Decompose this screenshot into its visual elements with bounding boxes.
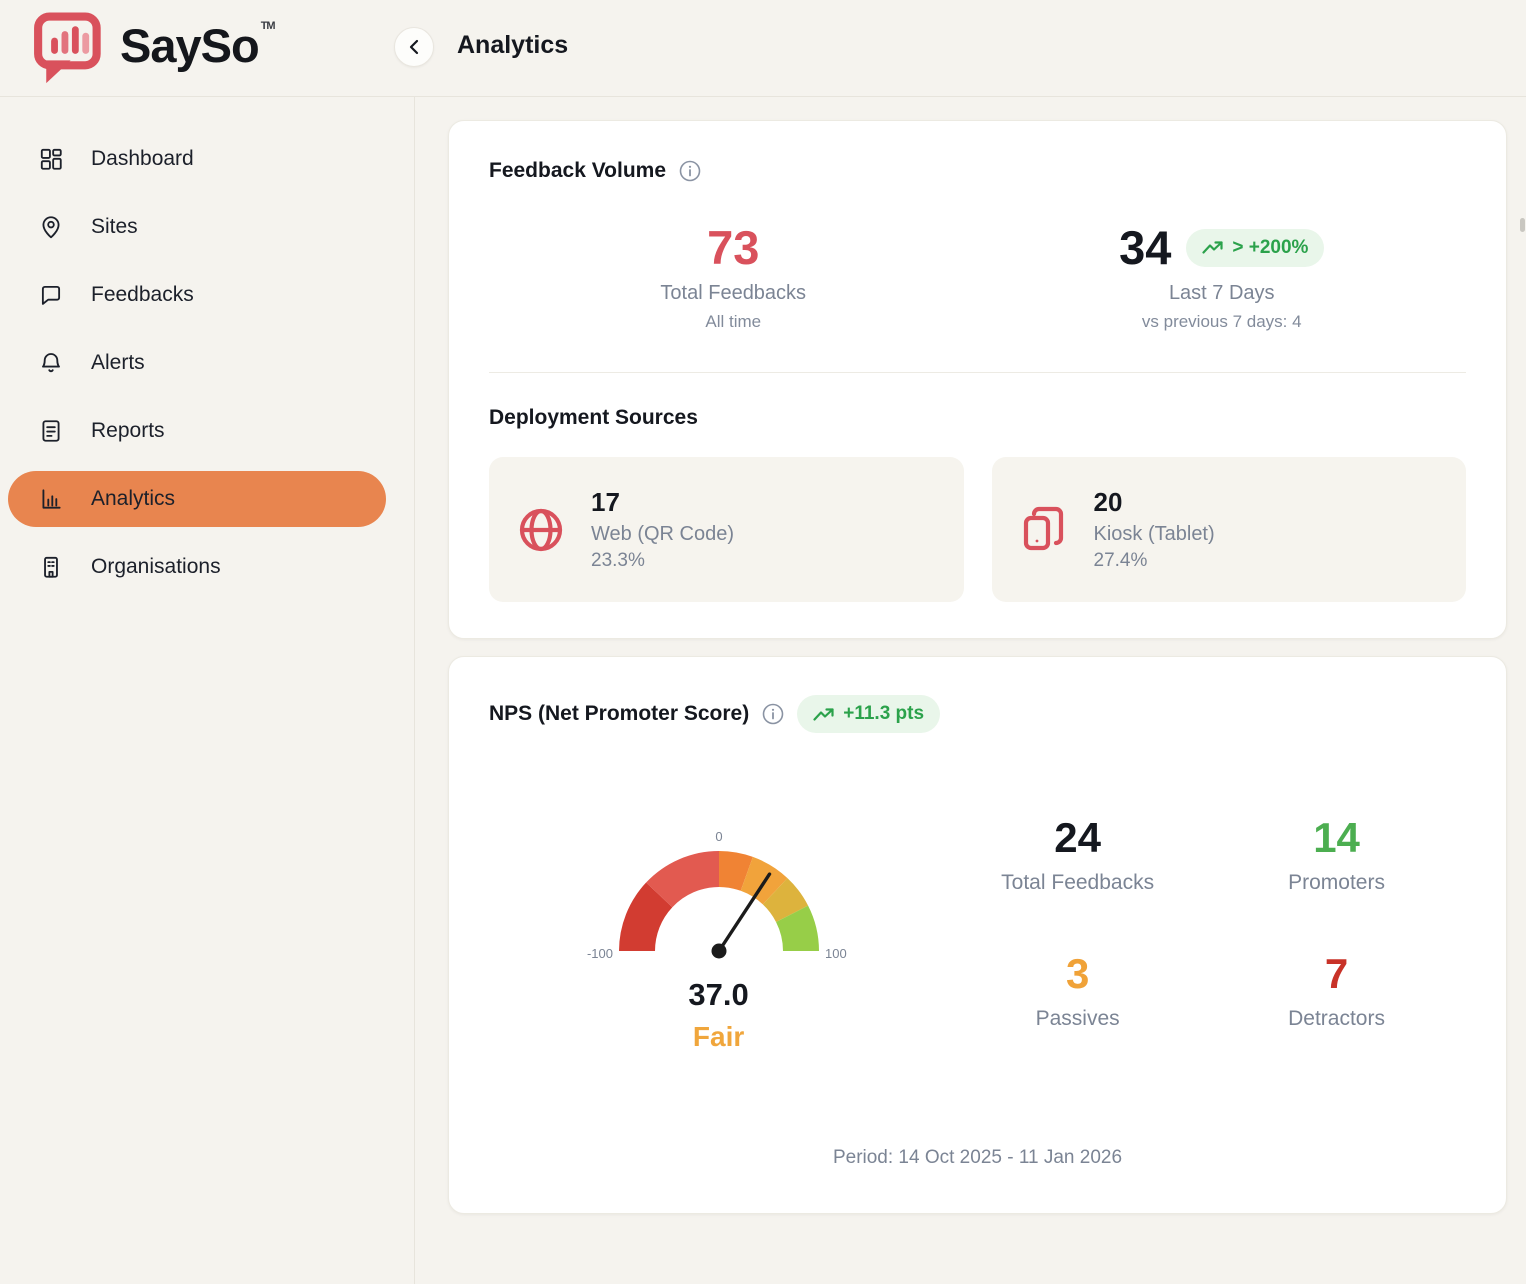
building-icon xyxy=(38,554,64,580)
bar-chart-icon xyxy=(38,486,64,512)
gauge-zero-label: 0 xyxy=(715,829,722,844)
web-source-value: 17 xyxy=(591,487,734,518)
nps-promoters: 14 Promoters xyxy=(1207,817,1466,895)
dashboard-grid-icon xyxy=(38,146,64,172)
sidebar-item-alerts[interactable]: Alerts xyxy=(8,335,386,391)
sidebar-item-dashboard[interactable]: Dashboard xyxy=(8,131,386,187)
total-feedbacks-value: 73 xyxy=(489,223,978,272)
nps-passives: 3 Passives xyxy=(948,953,1207,1031)
total-feedbacks-stat: 73 Total Feedbacks All time xyxy=(489,223,978,332)
web-source-percent: 23.3% xyxy=(591,550,734,572)
info-icon[interactable] xyxy=(762,703,784,725)
nps-detractors-label: Detractors xyxy=(1207,1007,1466,1031)
sidebar-item-label: Reports xyxy=(91,419,165,443)
main-content: Feedback Volume 73 Total Feedbacks All t… xyxy=(415,97,1526,1284)
trademark-symbol: TM xyxy=(261,20,275,32)
sidebar-item-label: Dashboard xyxy=(91,147,194,171)
nps-title: NPS (Net Promoter Score) xyxy=(489,702,749,726)
globe-icon xyxy=(517,506,565,554)
nps-gauge: -100 100 0 37.0 Fair xyxy=(489,811,948,1053)
gauge-chart: -100 100 0 xyxy=(569,811,869,981)
nps-card: NPS (Net Promoter Score) +11.3 pts -100 … xyxy=(448,656,1507,1214)
last7-sublabel: vs previous 7 days: 4 xyxy=(978,312,1467,332)
back-button[interactable] xyxy=(394,27,434,67)
nps-detractors: 7 Detractors xyxy=(1207,953,1466,1031)
nps-detractors-value: 7 xyxy=(1207,953,1466,995)
kiosk-source-value: 20 xyxy=(1094,487,1215,518)
last7-stat: 34 > +200% Last 7 Days vs previous 7 day… xyxy=(978,223,1467,332)
nps-trend-badge: +11.3 pts xyxy=(797,695,940,733)
sidebar-item-feedbacks[interactable]: Feedbacks xyxy=(8,267,386,323)
gauge-min-label: -100 xyxy=(587,946,613,961)
sidebar-item-label: Analytics xyxy=(91,487,175,511)
trend-badge: > +200% xyxy=(1186,229,1324,267)
chat-bubble-icon xyxy=(38,282,64,308)
deployment-sources-title: Deployment Sources xyxy=(489,406,1466,430)
last7-value: 34 xyxy=(1119,223,1171,272)
nps-passives-label: Passives xyxy=(948,1007,1207,1031)
chevron-left-icon xyxy=(407,38,421,56)
source-tile-web: 17 Web (QR Code) 23.3% xyxy=(489,457,964,602)
web-source-label: Web (QR Code) xyxy=(591,523,734,546)
sidebar-nav: Dashboard Sites Feedbacks Alerts Reports… xyxy=(0,97,415,1284)
nps-promoters-value: 14 xyxy=(1207,817,1466,859)
tablet-icon xyxy=(1020,506,1068,554)
nps-total-label: Total Feedbacks xyxy=(948,871,1207,895)
document-icon xyxy=(38,418,64,444)
nps-promoters-label: Promoters xyxy=(1207,871,1466,895)
brand-logo: SaySoTM xyxy=(30,10,275,88)
info-icon[interactable] xyxy=(679,160,701,182)
brand-name: SaySoTM xyxy=(120,18,275,73)
sidebar-item-analytics[interactable]: Analytics xyxy=(8,471,386,527)
gauge-value: 37.0 xyxy=(688,977,748,1013)
sayso-logo-icon xyxy=(30,10,108,88)
nps-trend-badge-text: +11.3 pts xyxy=(843,703,924,725)
feedback-volume-title: Feedback Volume xyxy=(489,159,666,183)
nps-stats-grid: 24 Total Feedbacks 14 Promoters 3 Passiv… xyxy=(948,811,1466,1053)
trend-up-icon xyxy=(813,707,835,722)
last7-label: Last 7 Days xyxy=(978,282,1467,305)
nps-passives-value: 3 xyxy=(948,953,1207,995)
total-feedbacks-label: Total Feedbacks xyxy=(489,282,978,305)
gauge-rating: Fair xyxy=(693,1021,744,1053)
source-tile-kiosk: 20 Kiosk (Tablet) 27.4% xyxy=(992,457,1467,602)
scrollbar-thumb[interactable] xyxy=(1520,218,1525,232)
feedback-volume-card: Feedback Volume 73 Total Feedbacks All t… xyxy=(448,120,1507,639)
trend-up-icon xyxy=(1202,240,1224,255)
gauge-max-label: 100 xyxy=(825,946,847,961)
total-feedbacks-sublabel: All time xyxy=(489,312,978,332)
map-pin-icon xyxy=(38,214,64,240)
bell-icon xyxy=(38,350,64,376)
sidebar-item-sites[interactable]: Sites xyxy=(8,199,386,255)
sidebar-item-reports[interactable]: Reports xyxy=(8,403,386,459)
sidebar-item-label: Sites xyxy=(91,215,138,239)
app-header: SaySoTM Analytics xyxy=(0,0,1526,97)
kiosk-source-label: Kiosk (Tablet) xyxy=(1094,523,1215,546)
sidebar-item-label: Organisations xyxy=(91,555,221,579)
sidebar-item-label: Feedbacks xyxy=(91,283,194,307)
sidebar-item-organisations[interactable]: Organisations xyxy=(8,539,386,595)
kiosk-source-percent: 27.4% xyxy=(1094,550,1215,572)
nps-total-feedbacks: 24 Total Feedbacks xyxy=(948,817,1207,895)
nps-period: Period: 14 Oct 2025 - 11 Jan 2026 xyxy=(489,1147,1466,1169)
trend-badge-text: > +200% xyxy=(1232,237,1308,259)
nps-total-value: 24 xyxy=(948,817,1207,859)
page-title: Analytics xyxy=(457,31,568,60)
sidebar-item-label: Alerts xyxy=(91,351,145,375)
